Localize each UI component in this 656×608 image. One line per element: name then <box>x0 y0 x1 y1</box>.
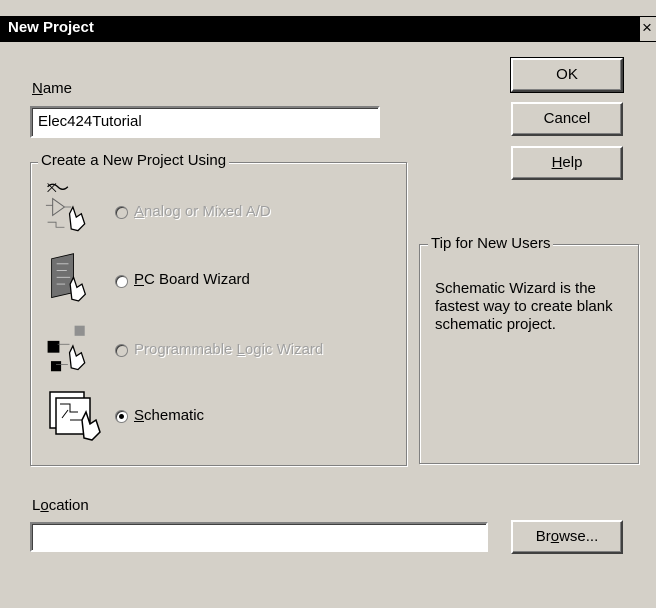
tip-group <box>419 244 639 464</box>
schematic-radio[interactable] <box>115 410 128 423</box>
browse-button[interactable]: Browse... <box>511 520 623 554</box>
title-bar[interactable]: New Project × <box>0 16 656 42</box>
location-input[interactable] <box>30 522 488 552</box>
programmable-logic-option-label: Programmable Logic Wizard <box>134 341 324 358</box>
name-label: Name <box>32 80 73 97</box>
help-button[interactable]: Help <box>511 146 623 180</box>
analog-option-label: Analog or Mixed A/D <box>134 203 271 220</box>
programmable-logic-icon <box>47 325 86 372</box>
location-label: Location <box>32 497 89 514</box>
pc-board-option-label: PC Board Wizard <box>134 271 250 288</box>
programmable-logic-radio[interactable] <box>115 344 128 357</box>
analog-radio[interactable] <box>115 206 128 219</box>
tip-group-title: Tip for New Users <box>428 235 554 252</box>
schematic-option-label: Schematic <box>134 407 205 424</box>
create-project-group-title: Create a New Project Using <box>38 152 230 169</box>
ok-button[interactable]: OK <box>510 57 624 93</box>
window-title: New Project <box>8 19 94 36</box>
name-input-value: Elec424Tutorial <box>38 113 142 130</box>
schematic-icon <box>49 391 101 441</box>
close-icon: × <box>642 18 652 37</box>
close-button[interactable]: × <box>640 17 656 41</box>
analog-icon <box>45 183 86 232</box>
schematic-radio-selected-dot <box>119 414 124 419</box>
name-input[interactable]: Elec424Tutorial <box>30 106 380 138</box>
pc-board-radio[interactable] <box>115 275 128 288</box>
pcb-board-icon <box>51 253 87 302</box>
tip-text: Schematic Wizard is the fastest way to c… <box>435 280 613 333</box>
new-project-dialog: New Project × Name Elec424Tutorial OK Ca… <box>0 0 656 608</box>
cancel-button[interactable]: Cancel <box>511 102 623 136</box>
